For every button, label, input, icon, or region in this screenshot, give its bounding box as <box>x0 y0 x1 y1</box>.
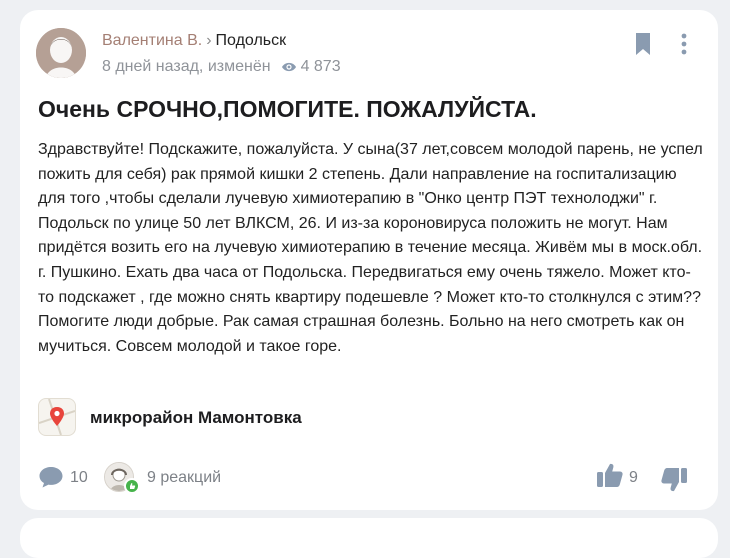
like-count: 9 <box>629 469 638 486</box>
next-post-card <box>20 518 718 558</box>
eye-icon <box>281 61 297 73</box>
post-body: Здравствуйте! Подскажите, пожалуйста. У … <box>38 141 703 355</box>
author-line: Валентина В. › Подольск <box>102 32 286 50</box>
reactions-count[interactable]: 9 реакций <box>147 469 221 487</box>
thumbs-up-icon[interactable] <box>596 462 624 493</box>
post-meta: 8 дней назад, изменён 4 873 <box>102 58 341 76</box>
more-vertical-icon[interactable] <box>680 32 688 61</box>
map-pin-icon[interactable] <box>38 398 76 436</box>
city-link[interactable]: Подольск <box>216 32 287 49</box>
like-badge-icon <box>124 478 140 494</box>
place-label[interactable]: микрорайон Мамонтовка <box>90 408 302 428</box>
comment-count[interactable]: 10 <box>70 469 88 487</box>
author-name[interactable]: Валентина В. <box>102 32 202 49</box>
breadcrumb-separator: › <box>206 32 212 49</box>
post-time: 8 дней назад, изменён <box>102 58 271 75</box>
post-card: Валентина В. › Подольск 8 дней назад, изме… <box>20 10 718 510</box>
thumbs-down-icon[interactable] <box>660 467 688 498</box>
comment-icon[interactable] <box>38 465 64 494</box>
views-count: 4 873 <box>300 58 341 75</box>
bookmark-icon[interactable] <box>634 32 652 61</box>
post-title: Очень СРОЧНО,ПОМОГИТЕ. ПОЖАЛУЙСТА. <box>38 96 537 122</box>
author-avatar[interactable] <box>36 28 86 78</box>
